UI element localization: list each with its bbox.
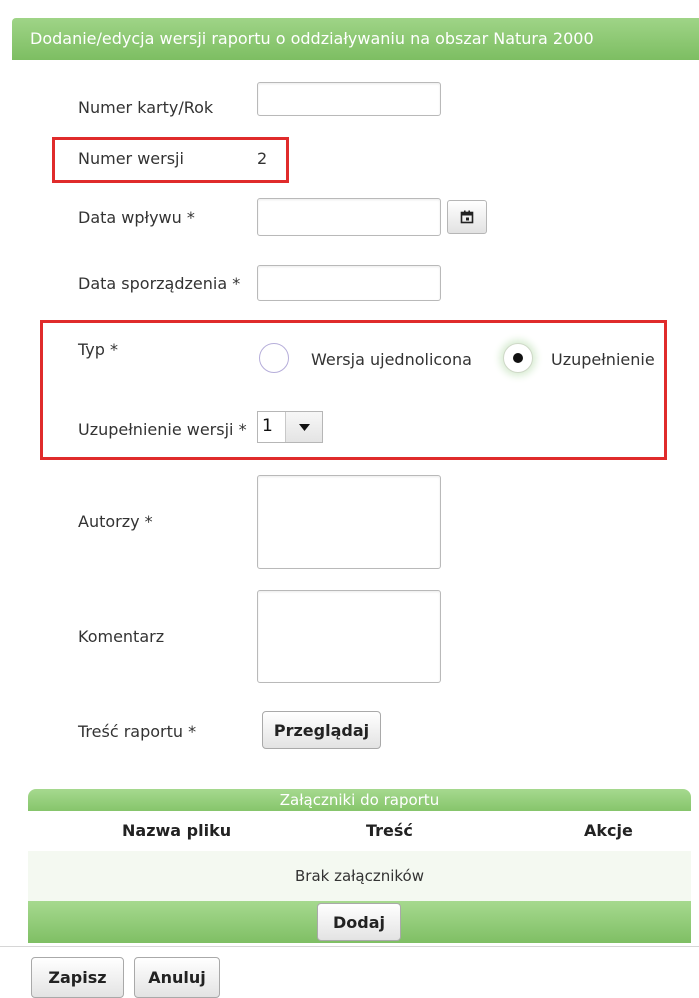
calendar-icon (460, 210, 474, 224)
attachments-empty-message: Brak załączników (28, 851, 691, 901)
comment-textarea[interactable] (257, 590, 441, 683)
prepared-date-input[interactable] (257, 265, 441, 301)
footer-divider (0, 946, 699, 947)
version-label: Numer wersji (78, 149, 184, 168)
radio-supplement-label[interactable]: Uzupełnienie (551, 350, 655, 369)
column-actions: Akcje (584, 821, 633, 840)
report-content-label: Treść raportu * (78, 722, 197, 741)
dropdown-arrow[interactable] (285, 412, 322, 442)
card-number-input[interactable] (257, 82, 441, 116)
supplement-version-select[interactable]: 1 (257, 411, 323, 443)
report-version-dialog: Dodanie/edycja wersji raportu o oddziały… (0, 0, 699, 998)
supplement-version-value: 1 (262, 416, 273, 436)
comment-label: Komentarz (78, 627, 165, 646)
attachments-columns: Nazwa pliku Treść Akcje (28, 811, 691, 851)
column-file-name: Nazwa pliku (122, 821, 232, 840)
radio-supplement[interactable] (503, 343, 533, 373)
version-value: 2 (257, 149, 268, 168)
cancel-button[interactable]: Anuluj (134, 957, 220, 998)
receipt-date-label: Data wpływu * (78, 208, 195, 227)
attachments-header: Załączniki do raportu (28, 789, 691, 811)
browse-button[interactable]: Przeglądaj (262, 711, 381, 749)
save-button[interactable]: Zapisz (31, 957, 124, 998)
radio-unified-version-label[interactable]: Wersja ujednolicona (311, 350, 472, 369)
radio-unified-version[interactable] (259, 343, 289, 373)
column-content: Treść (366, 821, 413, 840)
receipt-date-input[interactable] (257, 198, 441, 236)
authors-textarea[interactable] (257, 475, 441, 569)
supplement-version-label: Uzupełnienie wersji * (78, 420, 247, 439)
type-label: Typ * (78, 340, 118, 359)
chevron-down-icon (298, 423, 310, 431)
authors-label: Autorzy * (78, 512, 153, 531)
date-picker-button[interactable] (447, 200, 487, 234)
type-highlight-box (40, 320, 667, 460)
dialog-title: Dodanie/edycja wersji raportu o oddziały… (12, 18, 699, 60)
card-number-label: Numer karty/Rok (78, 98, 214, 117)
prepared-date-label: Data sporządzenia * (78, 274, 241, 293)
add-attachment-button[interactable]: Dodaj (317, 903, 401, 941)
radio-selected-dot (513, 353, 523, 363)
